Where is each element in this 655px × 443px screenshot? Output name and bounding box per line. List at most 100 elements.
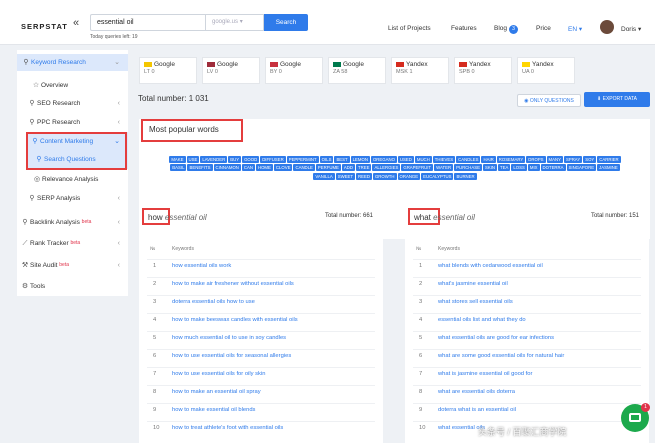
sidebar-item-overview[interactable]: ☆ Overview xyxy=(17,77,128,94)
popular-word-tag[interactable]: singapore xyxy=(566,164,597,172)
keyword-link[interactable]: what stores sell essential oils xyxy=(438,296,513,308)
only-questions-toggle[interactable]: ◉ ONLY QUESTIONS xyxy=(517,94,581,107)
sidebar-item-content-marketing[interactable]: ⚲ Content Marketing ⌄ xyxy=(17,133,128,150)
sidebar-item-search-questions[interactable]: ⚲ Search Questions xyxy=(17,151,128,168)
popular-word-tag[interactable]: many xyxy=(546,156,563,163)
column-header-keywords[interactable]: Keywords xyxy=(172,246,194,252)
sidebar-item-tools[interactable]: ⚙ Tools xyxy=(17,278,128,295)
search-button[interactable]: Search xyxy=(264,14,308,31)
popular-word-tag[interactable]: peppermint xyxy=(286,156,319,163)
keyword-link[interactable]: how to use essential oils for seasonal a… xyxy=(172,350,291,362)
popular-word-tag[interactable]: home xyxy=(255,164,273,172)
popular-word-tag[interactable]: mix xyxy=(527,164,540,172)
keyword-link[interactable]: how to make beeswax candles with essenti… xyxy=(172,314,298,326)
keyword-link[interactable]: how to make an essential oil spray xyxy=(172,386,261,398)
popular-word-tag[interactable]: orange xyxy=(397,172,421,180)
popular-word-tag[interactable]: diffuser xyxy=(260,156,286,163)
sidebar-item-seo-research[interactable]: ⚲ SEO Research ‹ xyxy=(17,95,128,112)
popular-word-tag[interactable]: basil xyxy=(170,164,187,172)
search-engine-db-4[interactable]: Yandex MSK 1 xyxy=(391,57,449,84)
popular-word-tag[interactable]: reed xyxy=(355,172,372,180)
keyword-link[interactable]: what is jasmine essential oil good for xyxy=(438,368,532,380)
popular-word-tag[interactable]: skin xyxy=(483,164,498,172)
language-select[interactable]: EN ▾ xyxy=(568,25,582,33)
popular-word-tag[interactable]: tea xyxy=(498,164,511,172)
popular-word-tag[interactable]: growth xyxy=(372,172,397,180)
popular-word-tag[interactable]: add xyxy=(341,164,355,172)
keyword-link[interactable]: how essential oils work xyxy=(172,260,231,272)
popular-word-tag[interactable]: eucalyptus xyxy=(421,172,454,180)
popular-word-tag[interactable]: clove xyxy=(273,164,293,172)
popular-word-tag[interactable]: drops xyxy=(526,156,546,163)
keyword-link[interactable]: essential oils list and what they do xyxy=(438,314,526,326)
popular-word-tag[interactable]: loss xyxy=(511,164,527,172)
keyword-link[interactable]: what are some good essential oils for na… xyxy=(438,350,564,362)
search-input[interactable]: essential oil xyxy=(90,14,206,31)
popular-word-tag[interactable]: candle xyxy=(293,164,315,172)
popular-word-tag[interactable]: grapefruit xyxy=(401,164,434,172)
sidebar-item-backlink-analysis[interactable]: ⚲ Backlink Analysis beta ‹ xyxy=(17,214,128,231)
search-engine-db-2[interactable]: Google BY 0 xyxy=(265,57,323,84)
sidebar-item-ppc-research[interactable]: ⚲ PPC Research ‹ xyxy=(17,114,128,131)
column-header-number[interactable]: № xyxy=(150,246,155,252)
keyword-link[interactable]: doterra what is an essential oil xyxy=(438,404,516,416)
popular-word-tag[interactable]: rosemary xyxy=(496,156,526,163)
popular-word-tag[interactable]: hair xyxy=(481,156,496,163)
keyword-link[interactable]: how to treat athlete's foot with essenti… xyxy=(172,422,283,434)
sidebar-item-serp-analysis[interactable]: ⚲ SERP Analysis ‹ xyxy=(17,190,128,207)
search-engine-db-1[interactable]: Google LV 0 xyxy=(202,57,260,84)
popular-word-tag[interactable]: sweet xyxy=(335,172,355,180)
popular-word-tag[interactable]: doterra xyxy=(540,164,566,172)
keyword-link[interactable]: what are essential oils doterra xyxy=(438,386,515,398)
sidebar-item-relevance-analysis[interactable]: ◎ Relevance Analysis xyxy=(17,171,128,188)
popular-word-tag[interactable]: can xyxy=(241,164,255,172)
sidebar-item-keyword-research[interactable]: ⚲ Keyword Research ⌄ xyxy=(17,54,128,71)
export-data-button[interactable]: ⬇ EXPORT DATA xyxy=(584,92,650,107)
sidebar-item-site-audit[interactable]: ⚒ Site Audit beta ‹ xyxy=(17,257,128,274)
keyword-link[interactable]: how much essential oil to use in soy can… xyxy=(172,332,286,344)
popular-word-tag[interactable]: water xyxy=(434,164,454,172)
popular-word-tag[interactable]: much xyxy=(414,156,432,163)
nav-list-of-projects[interactable]: List of Projects xyxy=(388,25,431,32)
popular-word-tag[interactable]: good xyxy=(242,156,260,163)
keyword-link[interactable]: how to make air freshener without essent… xyxy=(172,278,294,290)
popular-word-tag[interactable]: allergies xyxy=(372,164,401,172)
column-header-number[interactable]: № xyxy=(416,246,421,252)
keyword-link[interactable]: what's jasmine essential oil xyxy=(438,278,508,290)
popular-word-tag[interactable]: perfume xyxy=(315,164,341,172)
keyword-link[interactable]: doterra essential oils how to use xyxy=(172,296,255,308)
popular-word-tag[interactable]: cinnamon xyxy=(213,164,241,172)
popular-word-tag[interactable]: oregano xyxy=(370,156,397,163)
popular-word-tag[interactable]: soy xyxy=(583,156,597,163)
keyword-link[interactable]: how to make essential oil blends xyxy=(172,404,255,416)
popular-word-tag[interactable]: burner xyxy=(454,172,477,180)
popular-word-tag[interactable]: spray xyxy=(563,156,583,163)
nav-features[interactable]: Features xyxy=(451,25,477,32)
sidebar-item-rank-tracker[interactable]: ⟋ Rank Tracker beta ‹ xyxy=(17,235,128,252)
popular-word-tag[interactable]: tree xyxy=(356,164,372,172)
popular-word-tag[interactable]: carrier xyxy=(597,156,621,163)
popular-word-tag[interactable]: lemon xyxy=(350,156,370,163)
avatar[interactable] xyxy=(600,20,614,34)
popular-word-tag[interactable]: oils xyxy=(319,156,334,163)
popular-word-tag[interactable]: jasmine xyxy=(597,164,620,172)
nav-blog[interactable]: Blog 3 xyxy=(494,25,519,34)
popular-word-tag[interactable]: use xyxy=(186,156,200,163)
search-engine-db-3[interactable]: Google ZA 58 xyxy=(328,57,386,84)
search-engine-db-6[interactable]: Yandex UA 0 xyxy=(517,57,575,84)
nav-price[interactable]: Price xyxy=(536,25,551,32)
popular-word-tag[interactable]: thieves xyxy=(432,156,456,163)
popular-word-tag[interactable]: benefits xyxy=(187,164,213,172)
popular-word-tag[interactable]: vanilla xyxy=(313,172,335,180)
popular-word-tag[interactable]: make xyxy=(169,156,186,163)
keyword-link[interactable]: how to use essential oils for oily skin xyxy=(172,368,265,380)
collapse-sidebar-icon[interactable]: « xyxy=(73,17,79,29)
popular-word-tag[interactable]: candles xyxy=(456,156,481,163)
database-select[interactable]: google.us ▾ xyxy=(206,14,264,31)
search-engine-db-5[interactable]: Yandex SPB 0 xyxy=(454,57,512,84)
popular-word-tag[interactable]: purchase xyxy=(454,164,482,172)
popular-word-tag[interactable]: used xyxy=(397,156,414,163)
serpstat-logo[interactable]: SERPSTAT xyxy=(21,22,68,31)
popular-word-tag[interactable]: lavender xyxy=(200,156,228,163)
keyword-link[interactable]: what essential oils are good for ear inf… xyxy=(438,332,554,344)
